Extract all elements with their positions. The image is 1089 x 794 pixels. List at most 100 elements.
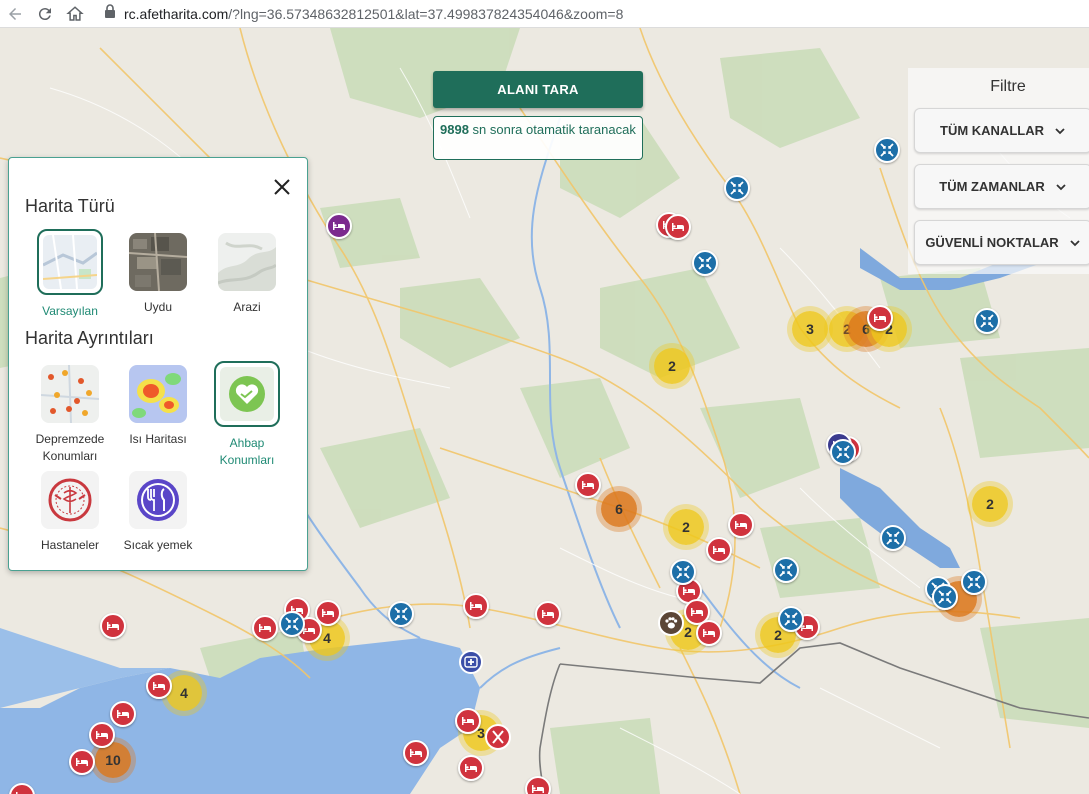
all-channels-dropdown[interactable]: TÜM KANALLAR [914, 108, 1089, 153]
bed-icon [683, 587, 695, 595]
detail-label: Sıcak yemek [123, 538, 193, 552]
shelter-bed-marker[interactable] [463, 593, 489, 619]
reload-icon[interactable] [30, 0, 60, 28]
url-path: /?lng=36.57348632812501&lat=37.499837824… [228, 5, 624, 22]
shelter-bed-marker[interactable] [728, 512, 754, 538]
filter-title: Filtre [990, 78, 1026, 95]
animal-shelter-marker[interactable] [658, 610, 684, 636]
countdown-value: 9898 [440, 122, 469, 137]
countdown-text: sn sonra otamatik taranacak [472, 122, 636, 137]
chevron-down-icon [1070, 239, 1080, 246]
lock-icon [104, 4, 116, 23]
gathering-point-marker[interactable] [724, 175, 750, 201]
bed-icon [322, 609, 334, 617]
gathering-point-marker[interactable] [692, 250, 718, 276]
map-type-heading: Harita Türü [25, 196, 115, 216]
bed-icon [542, 610, 554, 618]
shelter-bed-marker[interactable] [403, 740, 429, 766]
gather-arrows-icon [980, 314, 994, 328]
all-times-dropdown[interactable]: TÜM ZAMANLAR [914, 164, 1089, 209]
map-type-terrain[interactable]: Arazi [202, 233, 292, 316]
hospital-marker[interactable] [459, 650, 483, 674]
shelter-bed-marker[interactable] [100, 613, 126, 639]
scan-area-button[interactable]: ALANI TARA [433, 71, 643, 108]
shelter-bed-marker[interactable] [665, 214, 691, 240]
map-type-label: Varsayılan [42, 304, 98, 318]
shelter-bed-marker[interactable] [252, 615, 278, 641]
gather-arrows-icon [784, 612, 798, 626]
dropdown-label: TÜM ZAMANLAR [939, 179, 1045, 194]
shelter-bed-marker[interactable] [575, 472, 601, 498]
gather-arrows-icon [285, 617, 299, 631]
url-host: rc.afetharita.com [124, 5, 229, 22]
shelter-bed-marker[interactable] [458, 755, 484, 781]
back-icon[interactable] [0, 0, 30, 28]
detail-ahbap-locations[interactable]: Ahbap Konumları [202, 361, 292, 469]
hot-food-thumbnail [129, 471, 187, 529]
map-type-default[interactable]: Varsayılan [25, 229, 115, 320]
default-map-thumbnail [37, 229, 103, 295]
bed-icon [532, 785, 544, 793]
safe-points-dropdown[interactable]: GÜVENLİ NOKTALAR [914, 220, 1089, 265]
bed-icon [465, 764, 477, 772]
shelter-bed-marker[interactable] [696, 620, 722, 646]
gathering-point-marker[interactable] [874, 137, 900, 163]
cluster-marker[interactable]: 2 [668, 509, 704, 545]
detail-heatmap[interactable]: Isı Haritası [113, 365, 203, 448]
bed-icon [96, 731, 108, 739]
gathering-point-marker[interactable] [830, 439, 856, 465]
cluster-marker[interactable]: 2 [654, 348, 690, 384]
gathering-point-marker[interactable] [279, 611, 305, 637]
shelter-bed-marker[interactable] [146, 673, 172, 699]
detail-label: Depremzede Konumları [35, 432, 105, 463]
home-icon[interactable] [60, 0, 90, 28]
hot-food-marker[interactable] [485, 724, 511, 750]
satellite-map-thumbnail [129, 233, 187, 291]
shelter-bed-marker[interactable] [89, 722, 115, 748]
chevron-down-icon [1056, 183, 1066, 190]
shelter-bed-marker-purple[interactable] [326, 213, 352, 239]
detail-hospitals[interactable]: Hastaneler [25, 471, 115, 554]
shelter-bed-marker[interactable] [69, 749, 95, 775]
cluster-marker[interactable]: 3 [792, 311, 828, 347]
bed-icon [153, 682, 165, 690]
shelter-bed-marker[interactable] [535, 601, 561, 627]
map-type-satellite[interactable]: Uydu [113, 233, 203, 316]
cluster-marker[interactable]: 4 [166, 675, 202, 711]
cluster-marker[interactable]: 2 [972, 486, 1008, 522]
shelter-bed-marker[interactable] [110, 701, 136, 727]
map-type-label: Arazi [233, 300, 261, 314]
cluster-marker[interactable]: 6 [601, 491, 637, 527]
detail-quake-victims[interactable]: Depremzede Konumları [25, 365, 115, 465]
gathering-point-marker[interactable] [388, 601, 414, 627]
paw-icon [665, 617, 678, 629]
bed-icon [672, 223, 684, 231]
bed-icon [462, 717, 474, 725]
gathering-point-marker[interactable] [932, 584, 958, 610]
address-bar[interactable]: rc.afetharita.com/?lng=36.57348632812501… [104, 3, 623, 25]
dropdown-label: GÜVENLİ NOKTALAR [925, 235, 1059, 250]
bed-icon [117, 710, 129, 718]
detail-hot-food[interactable]: Sıcak yemek [113, 471, 203, 554]
bed-icon [703, 629, 715, 637]
bed-icon [333, 222, 345, 230]
gathering-point-marker[interactable] [773, 557, 799, 583]
gathering-point-marker[interactable] [880, 525, 906, 551]
bed-icon [691, 608, 703, 616]
detail-label: Ahbap Konumları [219, 436, 275, 467]
browser-toolbar: rc.afetharita.com/?lng=36.57348632812501… [0, 0, 1089, 28]
bed-icon [259, 624, 271, 632]
ahbap-thumbnail [214, 361, 280, 427]
quake-victims-thumbnail [41, 365, 99, 423]
gathering-point-marker[interactable] [778, 606, 804, 632]
close-icon[interactable] [270, 175, 294, 199]
shelter-bed-marker[interactable] [867, 305, 893, 331]
gathering-point-marker[interactable] [961, 569, 987, 595]
shelter-bed-marker[interactable] [706, 537, 732, 563]
bed-icon [107, 622, 119, 630]
shelter-bed-marker[interactable] [455, 708, 481, 734]
gathering-point-marker[interactable] [670, 559, 696, 585]
chevron-down-icon [1055, 127, 1065, 134]
gather-arrows-icon [938, 590, 952, 604]
gathering-point-marker[interactable] [974, 308, 1000, 334]
